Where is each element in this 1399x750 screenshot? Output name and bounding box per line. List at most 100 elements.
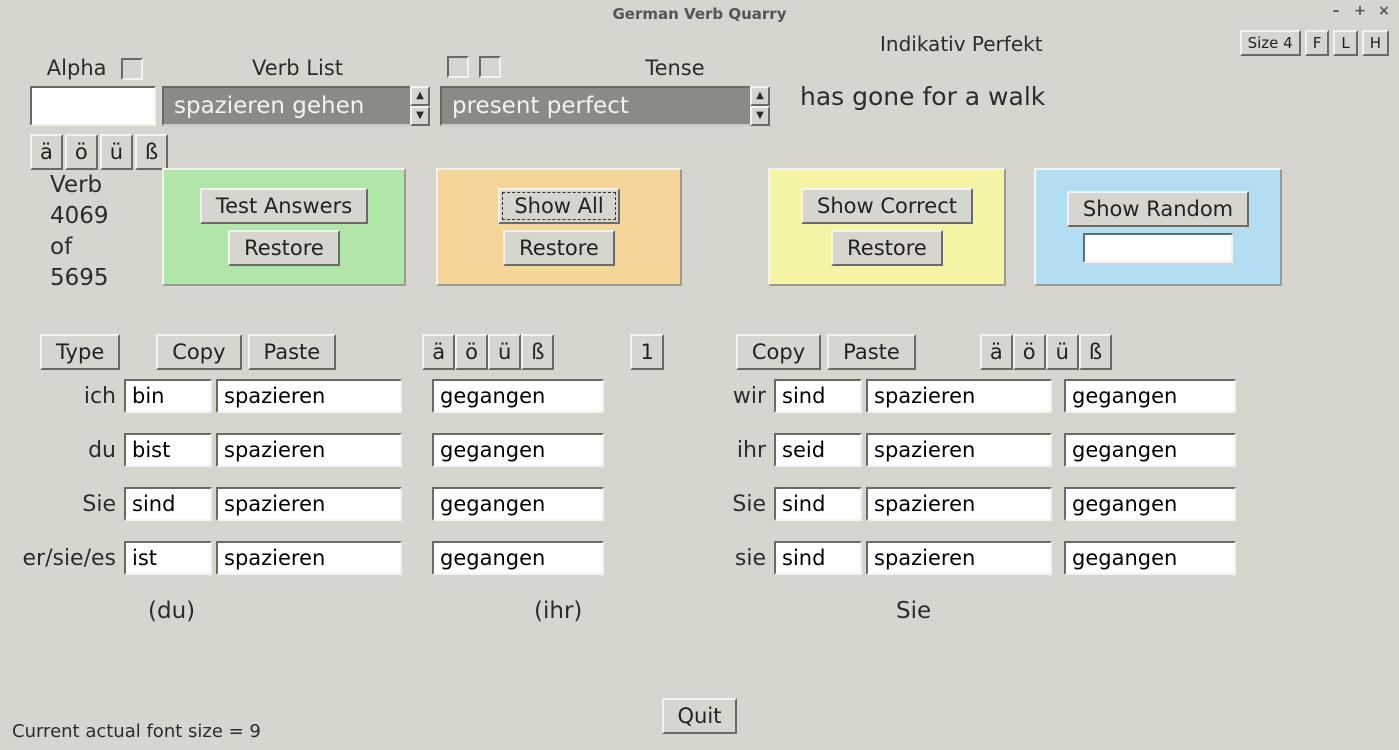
pronoun-label: er/sie/es	[16, 546, 120, 571]
aux-field[interactable]	[774, 487, 862, 521]
pronoun-label: wir	[728, 384, 770, 409]
h-button[interactable]: H	[1362, 30, 1389, 56]
conjugation-grid: ich wir du ihr Sie Sie er/sie/es	[16, 376, 1236, 592]
participle-field[interactable]	[1064, 541, 1236, 575]
participle-field[interactable]	[1064, 379, 1236, 413]
imperative-ihr-label: (ihr)	[534, 598, 582, 624]
participle-field[interactable]	[432, 433, 604, 467]
translation-label: has gone for a walk	[800, 82, 1045, 111]
prefix-field[interactable]	[216, 433, 402, 467]
aux-field[interactable]	[774, 541, 862, 575]
prefix-field[interactable]	[866, 379, 1052, 413]
umlaut-o-button[interactable]: ö	[65, 134, 98, 170]
window-maximize-icon[interactable]: +	[1351, 4, 1369, 20]
eszett-button[interactable]: ß	[135, 134, 168, 170]
verb-spin-up-icon[interactable]: ▲	[410, 86, 430, 106]
pronoun-label: Sie	[728, 492, 770, 517]
pronoun-label: sie	[728, 546, 770, 571]
prefix-field[interactable]	[866, 433, 1052, 467]
verb-list-checkbox-1[interactable]	[447, 56, 469, 78]
umlaut-o-button-3[interactable]: ö	[1013, 334, 1046, 370]
imperative-sie-label: Sie	[896, 598, 931, 624]
restore-button-3[interactable]: Restore	[831, 230, 943, 266]
paste-button-left[interactable]: Paste	[248, 334, 337, 370]
show-correct-panel: Show Correct Restore	[768, 168, 1006, 286]
alpha-checkbox[interactable]	[121, 58, 143, 80]
eszett-button-2[interactable]: ß	[521, 334, 554, 370]
prefix-field[interactable]	[216, 379, 402, 413]
show-all-panel: Show All Restore	[436, 168, 682, 286]
counter-line: 4069	[50, 201, 109, 232]
verb-spin-down-icon[interactable]: ▼	[410, 106, 430, 126]
tense-spin-down-icon[interactable]: ▼	[750, 106, 770, 126]
verb-list-header: Verb List	[252, 56, 343, 80]
prefix-field[interactable]	[866, 541, 1052, 575]
show-correct-button[interactable]: Show Correct	[801, 188, 973, 224]
aux-field[interactable]	[774, 433, 862, 467]
table-row: Sie Sie	[16, 484, 1236, 524]
table-row: ich wir	[16, 376, 1236, 416]
tense-name-label: Indikativ Perfekt	[880, 32, 1043, 56]
aux-field[interactable]	[774, 379, 862, 413]
test-answers-button[interactable]: Test Answers	[200, 188, 368, 224]
font-size-status: Current actual font size = 9	[12, 721, 261, 742]
table-row: du ihr	[16, 430, 1236, 470]
pronoun-label: du	[16, 438, 120, 463]
aux-field[interactable]	[124, 487, 212, 521]
pronoun-label: ihr	[728, 438, 770, 463]
participle-field[interactable]	[432, 541, 604, 575]
prefix-field[interactable]	[216, 541, 402, 575]
tense-select[interactable]: present perfect	[440, 86, 750, 126]
tense-spin-up-icon[interactable]: ▲	[750, 86, 770, 106]
umlaut-u-button-3[interactable]: ü	[1046, 334, 1079, 370]
verb-list-checkbox-2[interactable]	[479, 56, 501, 78]
eszett-button-3[interactable]: ß	[1079, 334, 1112, 370]
verb-counter: Verb 4069 of 5695	[50, 170, 109, 294]
alpha-input[interactable]	[30, 86, 156, 126]
test-panel: Test Answers Restore	[162, 168, 406, 286]
pronoun-label: ich	[16, 384, 120, 409]
restore-button-1[interactable]: Restore	[228, 230, 340, 266]
participle-field[interactable]	[432, 487, 604, 521]
f-button[interactable]: F	[1305, 30, 1330, 56]
pronoun-label: Sie	[16, 492, 120, 517]
participle-field[interactable]	[1064, 433, 1236, 467]
show-random-panel: Show Random	[1034, 168, 1282, 286]
umlaut-a-button-3[interactable]: ä	[980, 334, 1013, 370]
counter-line: 5695	[50, 263, 109, 294]
aux-field[interactable]	[124, 541, 212, 575]
paste-button-right[interactable]: Paste	[827, 334, 916, 370]
aux-field[interactable]	[124, 379, 212, 413]
participle-field[interactable]	[1064, 487, 1236, 521]
type-button[interactable]: Type	[40, 334, 120, 370]
prefix-field[interactable]	[866, 487, 1052, 521]
window-title: German Verb Quarry	[613, 5, 787, 23]
copy-button-left[interactable]: Copy	[156, 334, 241, 370]
umlaut-a-button[interactable]: ä	[30, 134, 63, 170]
alpha-header: Alpha	[47, 56, 107, 80]
umlaut-o-button-2[interactable]: ö	[455, 334, 488, 370]
participle-field[interactable]	[432, 379, 604, 413]
counter-line: of	[50, 232, 109, 263]
random-count-input[interactable]	[1083, 233, 1233, 263]
copy-button-right[interactable]: Copy	[736, 334, 821, 370]
font-size-button[interactable]: Size 4	[1240, 30, 1301, 56]
aux-field[interactable]	[124, 433, 212, 467]
window-titlebar: German Verb Quarry – + ×	[0, 0, 1399, 28]
l-button[interactable]: L	[1333, 30, 1357, 56]
table-row: er/sie/es sie	[16, 538, 1236, 578]
window-close-icon[interactable]: ×	[1375, 4, 1393, 20]
restore-button-2[interactable]: Restore	[503, 230, 615, 266]
show-all-button[interactable]: Show All	[498, 188, 619, 224]
one-button[interactable]: 1	[630, 334, 663, 370]
quit-button[interactable]: Quit	[662, 698, 738, 734]
umlaut-u-button[interactable]: ü	[100, 134, 133, 170]
umlaut-u-button-2[interactable]: ü	[488, 334, 521, 370]
verb-select[interactable]: spazieren gehen	[162, 86, 410, 126]
show-random-button[interactable]: Show Random	[1067, 191, 1249, 227]
counter-line: Verb	[50, 170, 109, 201]
umlaut-a-button-2[interactable]: ä	[422, 334, 455, 370]
prefix-field[interactable]	[216, 487, 402, 521]
imperative-du-label: (du)	[148, 598, 195, 624]
window-minimize-icon[interactable]: –	[1327, 4, 1345, 20]
